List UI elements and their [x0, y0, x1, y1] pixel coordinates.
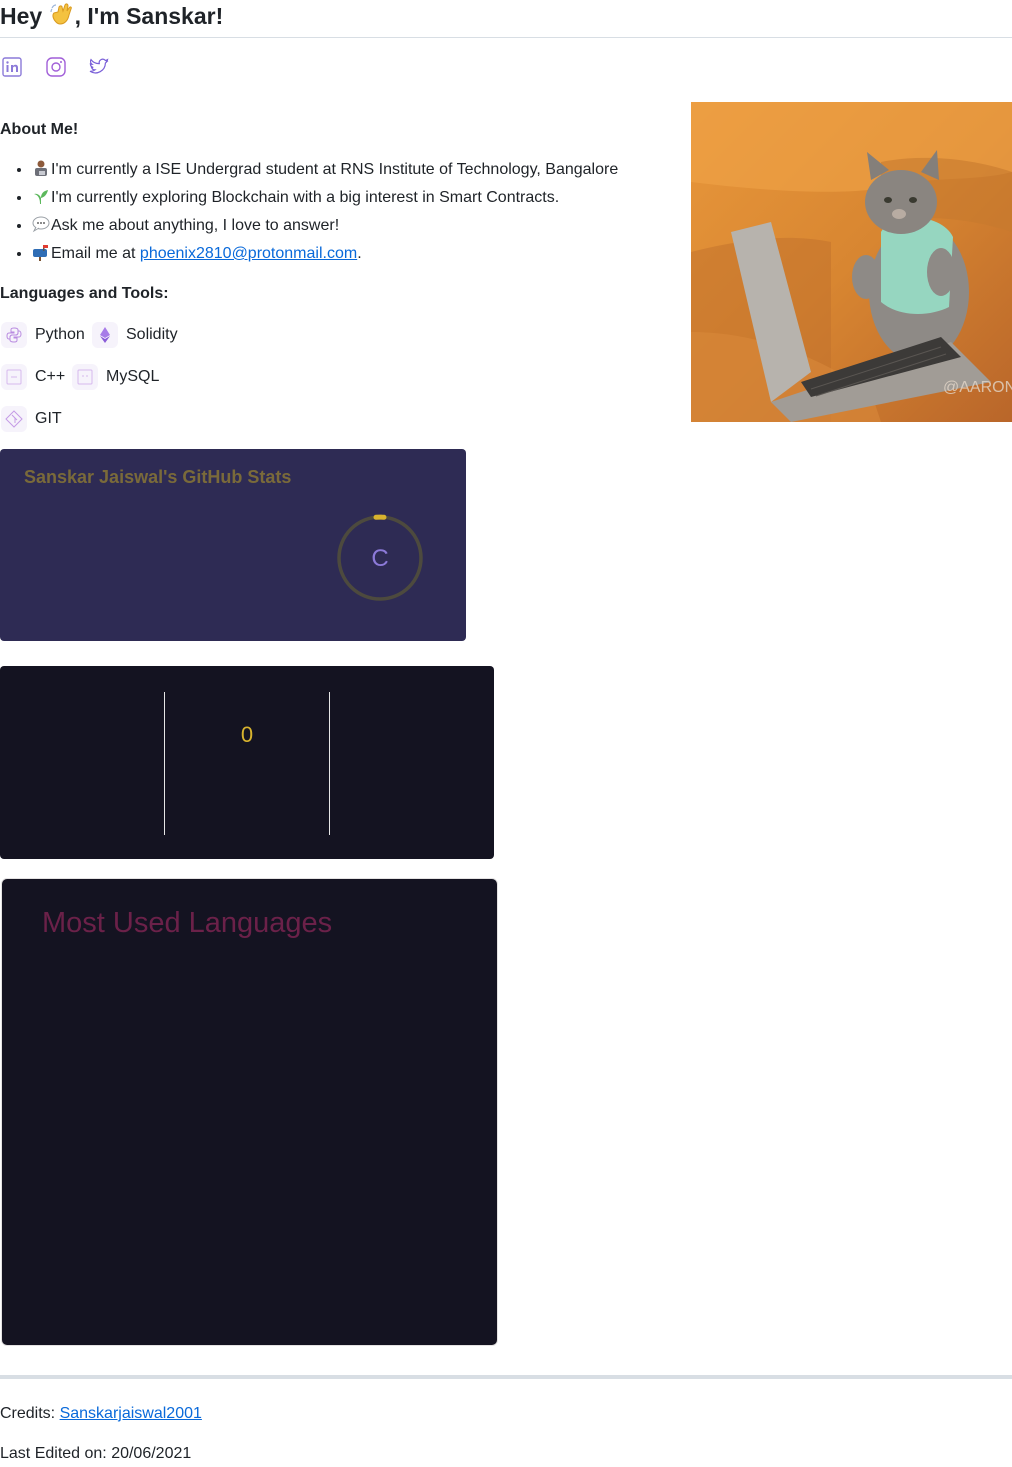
streak-divider — [329, 692, 330, 835]
title-suffix: , I'm Sanskar! — [74, 3, 224, 29]
list-item: I'm currently exploring Blockchain with … — [32, 186, 618, 214]
tool-label: Solidity — [126, 326, 178, 343]
list-item: Ask me about anything, I love to answer! — [32, 214, 618, 242]
tool-label: GIT — [35, 410, 62, 427]
python-icon — [1, 322, 27, 348]
github-stats-card: Sanskar Jaiswal's GitHub Stats C — [0, 449, 466, 641]
cplusplus-icon — [1, 364, 27, 390]
rank-letter: C — [371, 545, 388, 572]
tool-mysql: MySQL — [72, 363, 159, 391]
mysql-icon — [72, 364, 98, 390]
tool-label: MySQL — [106, 368, 160, 385]
current-streak-value: 0 — [240, 722, 254, 747]
cat-typing-gif: @AARON — [691, 102, 1012, 422]
tool-python: Python — [1, 321, 85, 349]
tool-label: Python — [35, 326, 85, 343]
linkedin-icon[interactable] — [1, 56, 23, 78]
mailbox-emoji-icon — [32, 243, 50, 261]
list-item: Email me at phoenix2810@protonmail.com. — [32, 242, 618, 270]
tool-cplusplus: C++ — [1, 363, 65, 391]
streak-divider — [164, 692, 165, 835]
about-heading: About Me! — [0, 121, 79, 138]
footer-divider — [0, 1375, 1012, 1379]
instagram-icon[interactable] — [45, 56, 67, 78]
seedling-emoji-icon — [32, 187, 50, 205]
solidity-icon — [92, 322, 118, 348]
speech-bubble-emoji-icon — [32, 215, 50, 233]
header-divider — [0, 37, 1012, 38]
credits: Credits: Sanskarjaiswal2001 — [0, 1405, 202, 1422]
about-list: I'm currently a ISE Undergrad student at… — [0, 158, 618, 270]
waving-hand-icon — [49, 2, 75, 28]
email-link[interactable]: phoenix2810@protonmail.com — [140, 245, 357, 262]
last-edited: Last Edited on: 20/06/2021 — [0, 1445, 192, 1462]
top-languages-card: Most Used Languages — [1, 878, 498, 1346]
credits-link[interactable]: Sanskarjaiswal2001 — [60, 1405, 202, 1422]
twitter-icon[interactable] — [88, 56, 110, 78]
tool-git: GIT — [1, 405, 62, 433]
tool-solidity: Solidity — [92, 321, 178, 349]
git-icon — [1, 406, 27, 432]
streak-stats-card: 0 — [0, 666, 494, 859]
student-emoji-icon — [32, 159, 50, 177]
languages-card-title: Most Used Languages — [42, 907, 333, 939]
svg-text:@AARON: @AARON — [943, 379, 1012, 396]
list-item: I'm currently a ISE Undergrad student at… — [32, 158, 618, 186]
title-prefix: Hey — [0, 3, 43, 29]
page-title: Hey , I'm Sanskar! — [0, 2, 223, 30]
rank-ring: C — [337, 514, 423, 601]
tools-heading: Languages and Tools: — [0, 285, 169, 302]
stats-card-title: Sanskar Jaiswal's GitHub Stats — [24, 467, 292, 487]
tool-label: C++ — [35, 368, 66, 385]
